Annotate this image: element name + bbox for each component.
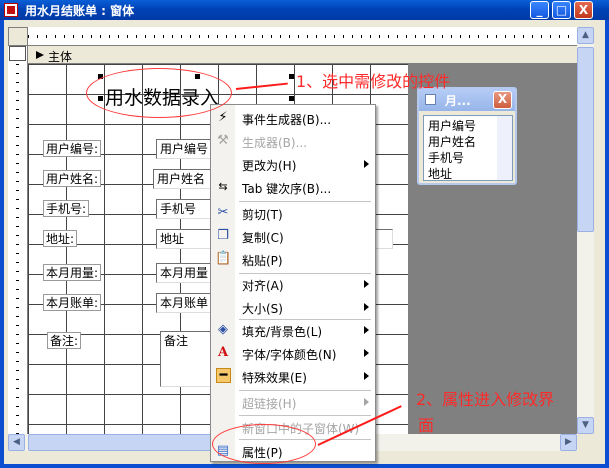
menu-item-fill-color[interactable]: ◈ 填充/背景色(L) [211, 319, 375, 342]
textbox-user-name[interactable]: 用户姓名 [153, 169, 212, 189]
annotation-ellipse-properties [212, 424, 316, 464]
submenu-arrow-icon [364, 303, 369, 311]
menu-item-change-to[interactable]: 更改为(H) [211, 153, 375, 176]
field-list-scrollbar[interactable] [497, 116, 512, 180]
menu-item-cut[interactable]: ✂ 剪切(T) [211, 202, 375, 225]
paste-icon: 📋 [215, 251, 232, 266]
field-list-item[interactable]: 用户编号 [428, 117, 476, 134]
vertical-ruler[interactable] [8, 46, 28, 434]
submenu-arrow-icon [364, 349, 369, 357]
context-menu[interactable]: ⚡ 事件生成器(B)... ⚒ 生成器(B)... 更改为(H) ⇆ Tab 键… [210, 104, 376, 462]
submenu-arrow-icon [364, 160, 369, 168]
vertical-scrollbar[interactable]: ▲ ▼ [577, 27, 594, 434]
annotation-step-1: 1、选中需修改的控件 [296, 72, 451, 91]
textbox-monthly-bill[interactable]: 本月账单 [156, 293, 212, 313]
section-selector[interactable] [9, 46, 26, 61]
menu-item-event-builder[interactable]: ⚡ 事件生成器(B)... [211, 107, 375, 130]
annotation-ellipse-control [86, 68, 232, 118]
scroll-thumb[interactable] [577, 47, 594, 232]
copy-icon: ❐ [217, 228, 229, 243]
close-button[interactable]: X [574, 1, 593, 19]
label-user-id[interactable]: 用户编号: [43, 140, 102, 157]
annotation-step-2-cont: 面 [418, 416, 435, 435]
menu-item-tab-order[interactable]: ⇆ Tab 键次序(B)... [211, 176, 375, 199]
field-list[interactable]: 用户编号 用户姓名 手机号 地址 [423, 115, 513, 181]
menu-item-align[interactable]: 对齐(A) [211, 273, 375, 296]
scroll-up-button[interactable]: ▲ [577, 27, 594, 44]
section-label: 主体 [48, 50, 73, 64]
scroll-right-button[interactable]: ▶ [560, 434, 577, 451]
window-titlebar[interactable]: 用水月结账单 : 窗体 _ □ X [0, 0, 609, 20]
selection-handle[interactable] [289, 96, 294, 101]
menu-item-hyperlink[interactable]: 超链接(H) [211, 391, 375, 414]
menu-item-copy[interactable]: ❐ 复制(C) [211, 225, 375, 248]
horizontal-ruler[interactable] [28, 27, 577, 46]
event-builder-icon: ⚡ [218, 110, 228, 125]
field-list-item[interactable]: 用户姓名 [428, 133, 476, 150]
special-effect-icon: ━ [216, 368, 231, 383]
selection-handle[interactable] [289, 74, 294, 79]
minimize-button[interactable]: _ [530, 1, 549, 19]
label-phone[interactable]: 手机号: [43, 200, 90, 217]
label-monthly-bill[interactable]: 本月账单: [43, 294, 102, 311]
scroll-down-button[interactable]: ▼ [577, 417, 594, 434]
field-list-window[interactable]: 月... X 用户编号 用户姓名 手机号 地址 [417, 87, 517, 185]
fill-color-icon: ◈ [218, 322, 228, 337]
textbox-user-id[interactable]: 用户编号 [156, 139, 212, 159]
access-form-icon[interactable] [4, 3, 18, 17]
textbox-remarks[interactable]: 备注 [160, 331, 212, 387]
maximize-button[interactable]: □ [552, 1, 571, 19]
textbox-monthly-usage[interactable]: 本月用量 [156, 263, 212, 283]
form-selector[interactable] [8, 27, 28, 46]
menu-item-paste[interactable]: 📋 粘贴(P) [211, 248, 375, 271]
detail-section-bar[interactable]: 主体 [28, 47, 577, 64]
annotation-step-2: 2、属性进入修改界 [416, 390, 555, 409]
label-address[interactable]: 地址: [43, 230, 78, 247]
submenu-arrow-icon [364, 372, 369, 380]
field-list-icon [425, 94, 436, 105]
field-list-item[interactable]: 地址 [428, 165, 452, 182]
menu-item-special-effect[interactable]: ━ 特殊效果(E) [211, 365, 375, 388]
label-remarks[interactable]: 备注: [47, 332, 82, 349]
window-title: 用水月结账单 : 窗体 [25, 4, 135, 18]
scroll-left-button[interactable]: ◀ [8, 434, 25, 451]
field-list-title: 月... [445, 94, 471, 108]
field-list-item[interactable]: 手机号 [428, 149, 464, 166]
tab-order-icon: ⇆ [218, 180, 228, 193]
builder-wand-icon: ⚒ [217, 133, 229, 148]
submenu-arrow-icon [364, 326, 369, 334]
scissors-icon: ✂ [217, 205, 229, 220]
textbox-phone[interactable]: 手机号 [156, 199, 212, 219]
submenu-arrow-icon [364, 398, 369, 406]
menu-item-size[interactable]: 大小(S) [211, 296, 375, 319]
label-user-name[interactable]: 用户姓名: [43, 170, 102, 187]
textbox-address[interactable]: 地址 [156, 229, 212, 249]
font-color-icon: A [217, 345, 229, 360]
submenu-arrow-icon [364, 280, 369, 288]
menu-item-builder[interactable]: ⚒ 生成器(B)... [211, 130, 375, 153]
menu-item-font-color[interactable]: A 字体/字体颜色(N) [211, 342, 375, 365]
label-monthly-usage[interactable]: 本月用量: [43, 264, 102, 281]
field-list-close-button[interactable]: X [493, 91, 512, 109]
field-list-titlebar[interactable]: 月... X [419, 89, 515, 111]
